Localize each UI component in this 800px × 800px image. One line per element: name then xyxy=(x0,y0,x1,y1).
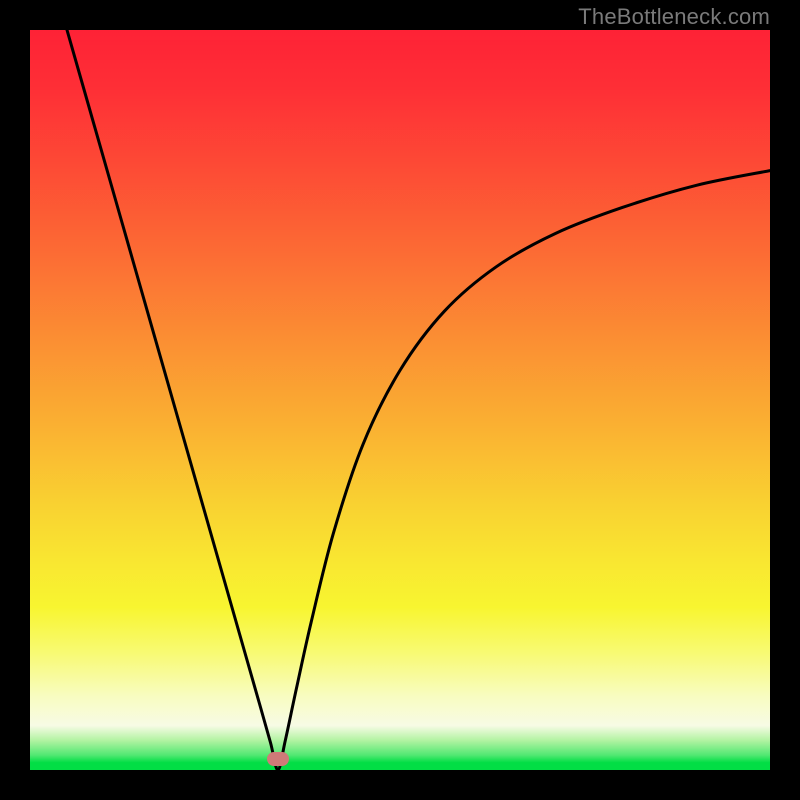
curve-path xyxy=(67,30,770,770)
watermark-text: TheBottleneck.com xyxy=(578,4,770,30)
bottleneck-curve xyxy=(30,30,770,770)
plot-area xyxy=(30,30,770,770)
minimum-marker xyxy=(267,752,289,766)
chart-frame: TheBottleneck.com xyxy=(0,0,800,800)
